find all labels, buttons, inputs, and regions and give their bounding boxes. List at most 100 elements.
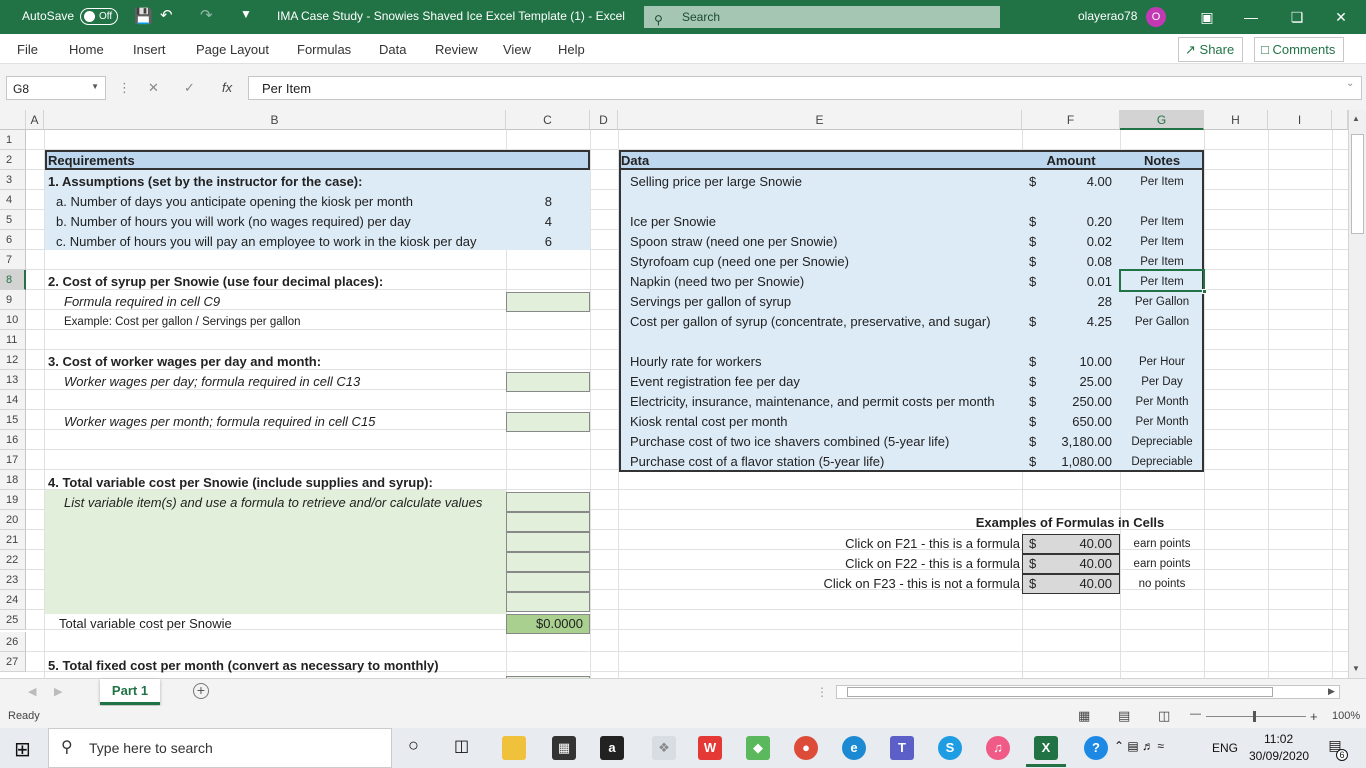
data-row-note[interactable]: Per Item <box>1120 172 1204 192</box>
cortana-icon[interactable]: ○ <box>408 735 419 756</box>
edge-icon[interactable]: e <box>842 736 866 760</box>
data-row-label[interactable]: Styrofoam cup (need one per Snowie) <box>630 252 849 272</box>
save-icon[interactable]: 💾 <box>134 7 153 25</box>
page-layout-view-icon[interactable]: ▤ <box>1118 708 1130 724</box>
tab-review[interactable]: Review <box>435 42 478 57</box>
row-header-20[interactable]: 20 <box>0 510 26 530</box>
row-header-25[interactable]: 25 <box>0 610 26 630</box>
wages-month-input[interactable] <box>506 412 590 432</box>
variable-input-2[interactable] <box>506 512 590 532</box>
clock-date[interactable]: 30/09/2020 <box>1249 749 1309 763</box>
store-icon[interactable]: ▦ <box>552 736 576 760</box>
skype-icon[interactable]: S <box>938 736 962 760</box>
share-button[interactable]: ↗ Share <box>1178 37 1244 62</box>
prev-sheet-icon[interactable]: ◀ <box>28 685 36 698</box>
data-row-note[interactable]: Depreciable <box>1120 432 1204 452</box>
data-row-label[interactable]: Electricity, insurance, maintenance, and… <box>630 392 995 412</box>
data-row-amount[interactable]: 0.20 <box>1022 212 1112 232</box>
excel-taskbar-icon[interactable]: X <box>1034 736 1058 760</box>
row-header-3[interactable]: 3 <box>0 170 26 190</box>
total-variable-value[interactable]: $0.0000 <box>506 614 590 634</box>
tab-formulas[interactable]: Formulas <box>297 42 351 57</box>
add-sheet-icon[interactable]: + <box>193 683 209 699</box>
variable-input-3[interactable] <box>506 532 590 552</box>
data-row-label[interactable]: Napkin (need two per Snowie) <box>630 272 804 292</box>
data-row-note[interactable]: Depreciable <box>1120 452 1204 472</box>
tab-data[interactable]: Data <box>379 42 406 57</box>
amazon-icon[interactable]: a <box>600 736 624 760</box>
cancel-icon[interactable]: ✕ <box>148 80 159 96</box>
row-header-21[interactable]: 21 <box>0 530 26 550</box>
wages-day-input[interactable] <box>506 372 590 392</box>
data-row-note[interactable]: Per Item <box>1120 232 1204 252</box>
assumption-a-value[interactable]: 8 <box>506 192 552 212</box>
fill-handle[interactable] <box>1202 289 1207 294</box>
row-header-10[interactable]: 10 <box>0 310 26 330</box>
row-header-7[interactable]: 7 <box>0 250 26 270</box>
row-header-5[interactable]: 5 <box>0 210 26 230</box>
data-row-amount[interactable]: 650.00 <box>1022 412 1112 432</box>
clock-time[interactable]: 11:02 <box>1264 732 1293 746</box>
row-header-24[interactable]: 24 <box>0 590 26 610</box>
data-row-amount[interactable]: 28 <box>1022 292 1112 312</box>
data-row-label[interactable]: Spoon straw (need one per Snowie) <box>630 232 837 252</box>
tab-home[interactable]: Home <box>69 42 104 57</box>
vertical-scrollbar[interactable]: ▲ ▼ <box>1348 110 1366 678</box>
zoom-out-icon[interactable]: — <box>1190 708 1201 720</box>
task-view-icon[interactable]: ◫ <box>454 736 469 756</box>
data-row-amount[interactable]: 0.02 <box>1022 232 1112 252</box>
assumption-b-value[interactable]: 4 <box>506 212 552 232</box>
sheet-tab-part-1[interactable]: Part 1 <box>100 679 160 705</box>
chrome-icon[interactable]: ● <box>794 736 818 760</box>
col-header-c[interactable]: C <box>506 110 590 130</box>
col-header-d[interactable]: D <box>590 110 618 130</box>
expand-formula-icon[interactable]: ⌄ <box>1346 78 1354 89</box>
minimize-icon[interactable]: — <box>1236 6 1266 28</box>
scroll-up-icon[interactable]: ▲ <box>1352 114 1360 123</box>
data-row-label[interactable]: Purchase cost of two ice shavers combine… <box>630 432 949 452</box>
data-row-note[interactable]: Per Gallon <box>1120 292 1204 312</box>
tab-file[interactable]: File <box>17 42 38 57</box>
col-header-b[interactable]: B <box>44 110 506 130</box>
teams-icon[interactable]: T <box>890 736 914 760</box>
data-row-label[interactable]: Kiosk rental cost per month <box>630 412 788 432</box>
row-header-16[interactable]: 16 <box>0 430 26 450</box>
data-row-amount[interactable]: 4.25 <box>1022 312 1112 332</box>
redo-icon[interactable]: ↷ <box>200 6 213 24</box>
row-header-11[interactable]: 11 <box>0 330 26 350</box>
data-row-label[interactable]: Event registration fee per day <box>630 372 800 392</box>
variable-input-5[interactable] <box>506 572 590 592</box>
row-header-2[interactable]: 2 <box>0 150 26 170</box>
row-header-22[interactable]: 22 <box>0 550 26 570</box>
chevron-down-icon[interactable]: ▼ <box>91 82 99 91</box>
tab-split-handle[interactable]: ⋮ <box>816 685 828 699</box>
data-row-note[interactable]: Per Gallon <box>1120 312 1204 332</box>
row-header-17[interactable]: 17 <box>0 450 26 470</box>
scroll-right-icon[interactable]: ▶ <box>1328 686 1335 697</box>
data-row-amount[interactable]: 0.08 <box>1022 252 1112 272</box>
row-header-4[interactable]: 4 <box>0 190 26 210</box>
worksheet-grid[interactable]: A B C D E F G H I 1 2 3 4 5 6 7 8 9 10 11 12 13 14 15 1… <box>0 110 1348 678</box>
data-row-note[interactable]: Per Hour <box>1120 352 1204 372</box>
restore-icon[interactable]: ❏ <box>1282 6 1312 28</box>
example-note[interactable]: no points <box>1120 574 1204 594</box>
data-row-amount[interactable]: 25.00 <box>1022 372 1112 392</box>
horizontal-scroll-thumb[interactable] <box>847 687 1273 697</box>
data-row-amount[interactable]: 250.00 <box>1022 392 1112 412</box>
data-row-label[interactable]: Purchase cost of a flavor station (5-yea… <box>630 452 884 472</box>
col-header-a[interactable]: A <box>26 110 44 130</box>
language-indicator[interactable]: ENG <box>1212 741 1238 755</box>
tab-insert[interactable]: Insert <box>133 42 166 57</box>
row-header-14[interactable]: 14 <box>0 390 26 410</box>
row-header-13[interactable]: 13 <box>0 370 26 390</box>
autosave-toggle[interactable]: Off <box>80 8 118 25</box>
row-header-6[interactable]: 6 <box>0 230 26 250</box>
help-icon[interactable]: ? <box>1084 736 1108 760</box>
data-row-label[interactable]: Ice per Snowie <box>630 212 716 232</box>
example-note[interactable]: earn points <box>1120 534 1204 554</box>
active-cell-g8[interactable] <box>1119 269 1205 292</box>
zoom-in-icon[interactable]: + <box>1310 709 1318 724</box>
example-amount[interactable]: 40.00 <box>1022 534 1112 554</box>
comments-button[interactable]: □ Comments <box>1254 37 1345 62</box>
assumption-c-value[interactable]: 6 <box>506 232 552 252</box>
